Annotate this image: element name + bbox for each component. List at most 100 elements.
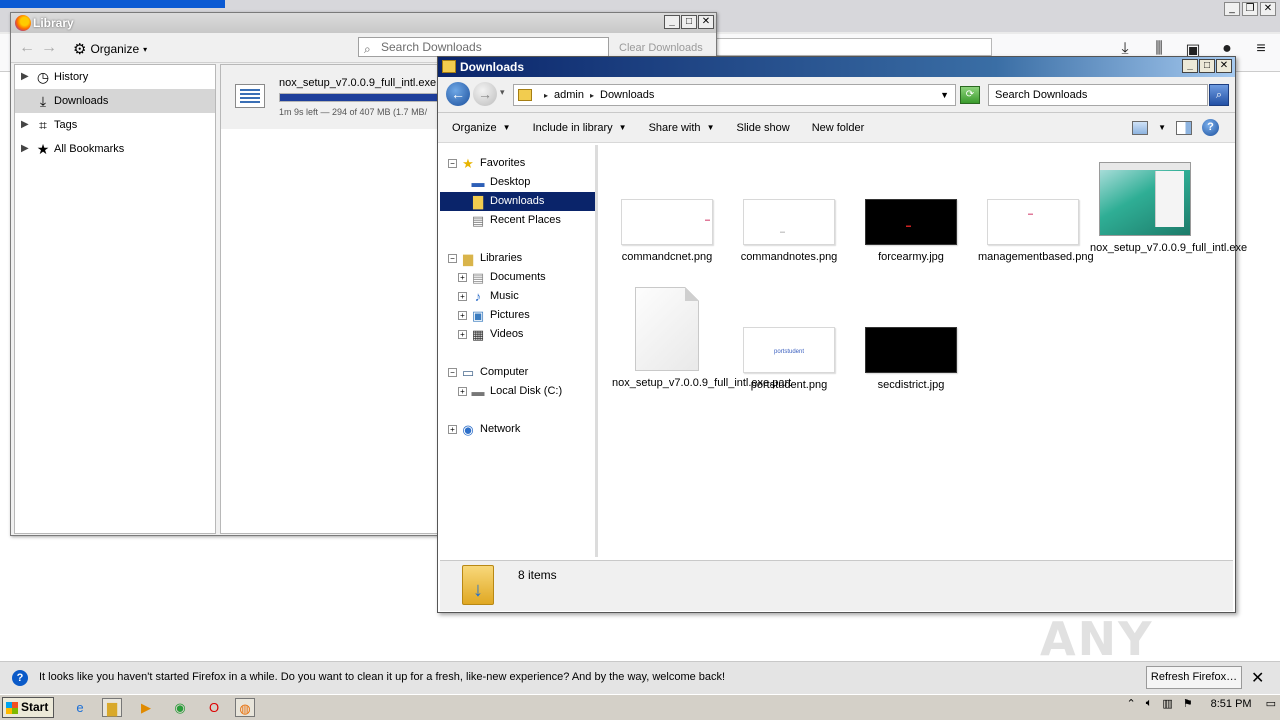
- nav-item-documents[interactable]: + ▤ Documents: [440, 268, 595, 287]
- recent-pages-dropdown[interactable]: ▾: [500, 87, 505, 98]
- sidebar-item-tags[interactable]: ▶ ⌗ Tags: [15, 113, 215, 137]
- new-folder-button[interactable]: New folder: [812, 122, 865, 134]
- minimize-icon[interactable]: _: [1182, 59, 1198, 73]
- file-item[interactable]: secdistrict.jpg: [856, 327, 966, 392]
- library-title-bar[interactable]: Library _ □ ✕: [11, 13, 716, 33]
- breadcrumb-separator-icon[interactable]: ▸: [544, 91, 548, 100]
- nav-item-recent-places[interactable]: ▤ Recent Places: [440, 211, 595, 230]
- maximize-icon[interactable]: □: [1199, 59, 1215, 73]
- nav-item-videos[interactable]: + ▦ Videos: [440, 325, 595, 344]
- view-controls: ▼ ?: [1132, 119, 1219, 136]
- minimize-icon[interactable]: _: [1224, 2, 1240, 16]
- expand-arrow-icon[interactable]: ▶: [21, 113, 29, 137]
- file-item[interactable]: nox_setup_v7.0.0.9_full_intl.exe.part: [612, 287, 791, 390]
- library-nav-arrows: ←→: [19, 39, 63, 57]
- explorer-search-input[interactable]: Search Downloads: [988, 84, 1208, 106]
- change-view-icon[interactable]: [1132, 120, 1149, 135]
- expand-icon[interactable]: +: [458, 330, 467, 339]
- forward-button[interactable]: →: [473, 82, 497, 106]
- file-item[interactable]: ▬ forcearmy.jpg: [856, 199, 966, 264]
- sidebar-item-history[interactable]: ▶ ◷ History: [15, 65, 215, 89]
- expand-arrow-icon[interactable]: ▶: [21, 137, 29, 161]
- search-icon[interactable]: ⌕: [1209, 84, 1229, 106]
- sidebar-item-label: Downloads: [54, 95, 109, 107]
- explorer-taskbar-icon[interactable]: ▇: [102, 698, 122, 717]
- nav-label: Recent Places: [490, 214, 561, 226]
- tray-expand-icon[interactable]: ⌃: [1127, 697, 1136, 710]
- flag-icon[interactable]: ⚑: [1183, 697, 1193, 710]
- chevron-down-icon: ▾: [143, 44, 148, 54]
- minimize-icon[interactable]: _: [664, 15, 680, 29]
- forward-arrow-icon[interactable]: →: [41, 39, 63, 56]
- clear-downloads-button[interactable]: Clear Downloads: [619, 42, 703, 54]
- nav-item-local-disk[interactable]: + ▬ Local Disk (C:): [440, 382, 595, 401]
- address-bar[interactable]: ▸ admin ▸ Downloads ▼: [513, 84, 956, 106]
- file-item[interactable]: portstudent portstudent.png: [734, 327, 844, 392]
- file-item[interactable]: ▬ commandnotes.png: [734, 199, 844, 264]
- slide-show-button[interactable]: Slide show: [736, 122, 789, 134]
- nav-item-downloads[interactable]: ▇ Downloads: [440, 192, 595, 211]
- nav-item-music[interactable]: + ♪ Music: [440, 287, 595, 306]
- nav-item-libraries[interactable]: − ▆ Libraries: [440, 249, 595, 268]
- collapse-icon[interactable]: −: [448, 159, 457, 168]
- help-icon[interactable]: ?: [1202, 119, 1219, 136]
- nav-item-computer[interactable]: − ▭ Computer: [440, 363, 595, 382]
- back-button[interactable]: ←: [446, 82, 470, 106]
- volume-icon[interactable]: 🔈︎: [1146, 697, 1153, 710]
- download-status: 1m 9s left — 294 of 407 MB (1.7 MB/: [279, 107, 428, 117]
- organize-button[interactable]: ⚙ Organize ▾: [73, 40, 147, 58]
- explorer-title-bar[interactable]: Downloads _ □ ✕: [438, 57, 1235, 77]
- close-icon[interactable]: ✕: [1260, 2, 1276, 16]
- file-item[interactable]: ▬ managementbased.png: [978, 199, 1094, 264]
- sidebar-item-downloads[interactable]: ⤓ Downloads: [15, 89, 215, 113]
- refresh-firefox-button[interactable]: Refresh Firefox…: [1146, 666, 1242, 689]
- collapse-icon[interactable]: −: [448, 254, 457, 263]
- organize-menu[interactable]: Organize ▼: [452, 122, 511, 134]
- action-center-icon[interactable]: ▭: [1266, 697, 1276, 710]
- close-icon[interactable]: ✕: [1251, 668, 1264, 688]
- expand-icon[interactable]: +: [458, 292, 467, 301]
- maximize-icon[interactable]: □: [681, 15, 697, 29]
- expand-icon[interactable]: +: [458, 273, 467, 282]
- refresh-button[interactable]: ⟳: [960, 86, 980, 104]
- nav-item-network[interactable]: + ◉ Network: [440, 420, 595, 439]
- close-icon[interactable]: ✕: [698, 15, 714, 29]
- sidebar-item-all-bookmarks[interactable]: ▶ ★ All Bookmarks: [15, 137, 215, 161]
- download-arrow-icon: ↓: [473, 579, 483, 601]
- menu-icon[interactable]: ≡: [1252, 40, 1270, 60]
- nav-item-favorites[interactable]: − ★ Favorites: [440, 154, 595, 173]
- share-with-menu[interactable]: Share with ▼: [649, 122, 715, 134]
- expand-icon[interactable]: +: [458, 311, 467, 320]
- nav-item-desktop[interactable]: ▬ Desktop: [440, 173, 595, 192]
- start-button[interactable]: Start: [2, 697, 54, 718]
- clock[interactable]: 8:51 PM: [1211, 698, 1252, 710]
- chrome-icon[interactable]: ◉: [170, 698, 190, 717]
- nav-label: Music: [490, 290, 519, 302]
- media-player-icon[interactable]: ▶: [136, 698, 156, 717]
- nav-item-pictures[interactable]: + ▣ Pictures: [440, 306, 595, 325]
- opera-icon[interactable]: O: [204, 698, 224, 717]
- expand-icon[interactable]: +: [448, 425, 457, 434]
- view-dropdown-icon[interactable]: ▼: [1158, 123, 1166, 132]
- back-arrow-icon[interactable]: ←: [19, 39, 41, 56]
- collapse-icon[interactable]: −: [448, 368, 457, 377]
- network-tray-icon[interactable]: ▥: [1162, 697, 1172, 710]
- expand-icon[interactable]: +: [458, 387, 467, 396]
- preview-pane-icon[interactable]: [1176, 120, 1192, 135]
- expand-arrow-icon[interactable]: ▶: [21, 65, 29, 89]
- address-dropdown-icon[interactable]: ▼: [940, 85, 949, 105]
- library-search-placeholder: Search Downloads: [381, 40, 482, 54]
- close-icon[interactable]: ✕: [1216, 59, 1232, 73]
- file-item[interactable]: ▬ commandcnet.png: [612, 199, 722, 264]
- firefox-url-bar[interactable]: [700, 38, 992, 56]
- library-search-input[interactable]: ⌕ Search Downloads: [358, 37, 609, 57]
- include-in-library-menu[interactable]: Include in library ▼: [533, 122, 627, 134]
- firefox-taskbar-icon[interactable]: ◍: [235, 698, 255, 717]
- breadcrumb-admin[interactable]: admin: [554, 89, 584, 101]
- breadcrumb-separator-icon[interactable]: ▸: [590, 91, 594, 100]
- internet-explorer-icon[interactable]: e: [70, 698, 90, 717]
- breadcrumb-downloads[interactable]: Downloads: [600, 89, 654, 101]
- file-item[interactable]: nox_setup_v7.0.0.9_full_intl.exe: [1090, 162, 1247, 255]
- firefox-active-tab[interactable]: [0, 0, 225, 8]
- restore-icon[interactable]: ❐: [1242, 2, 1258, 16]
